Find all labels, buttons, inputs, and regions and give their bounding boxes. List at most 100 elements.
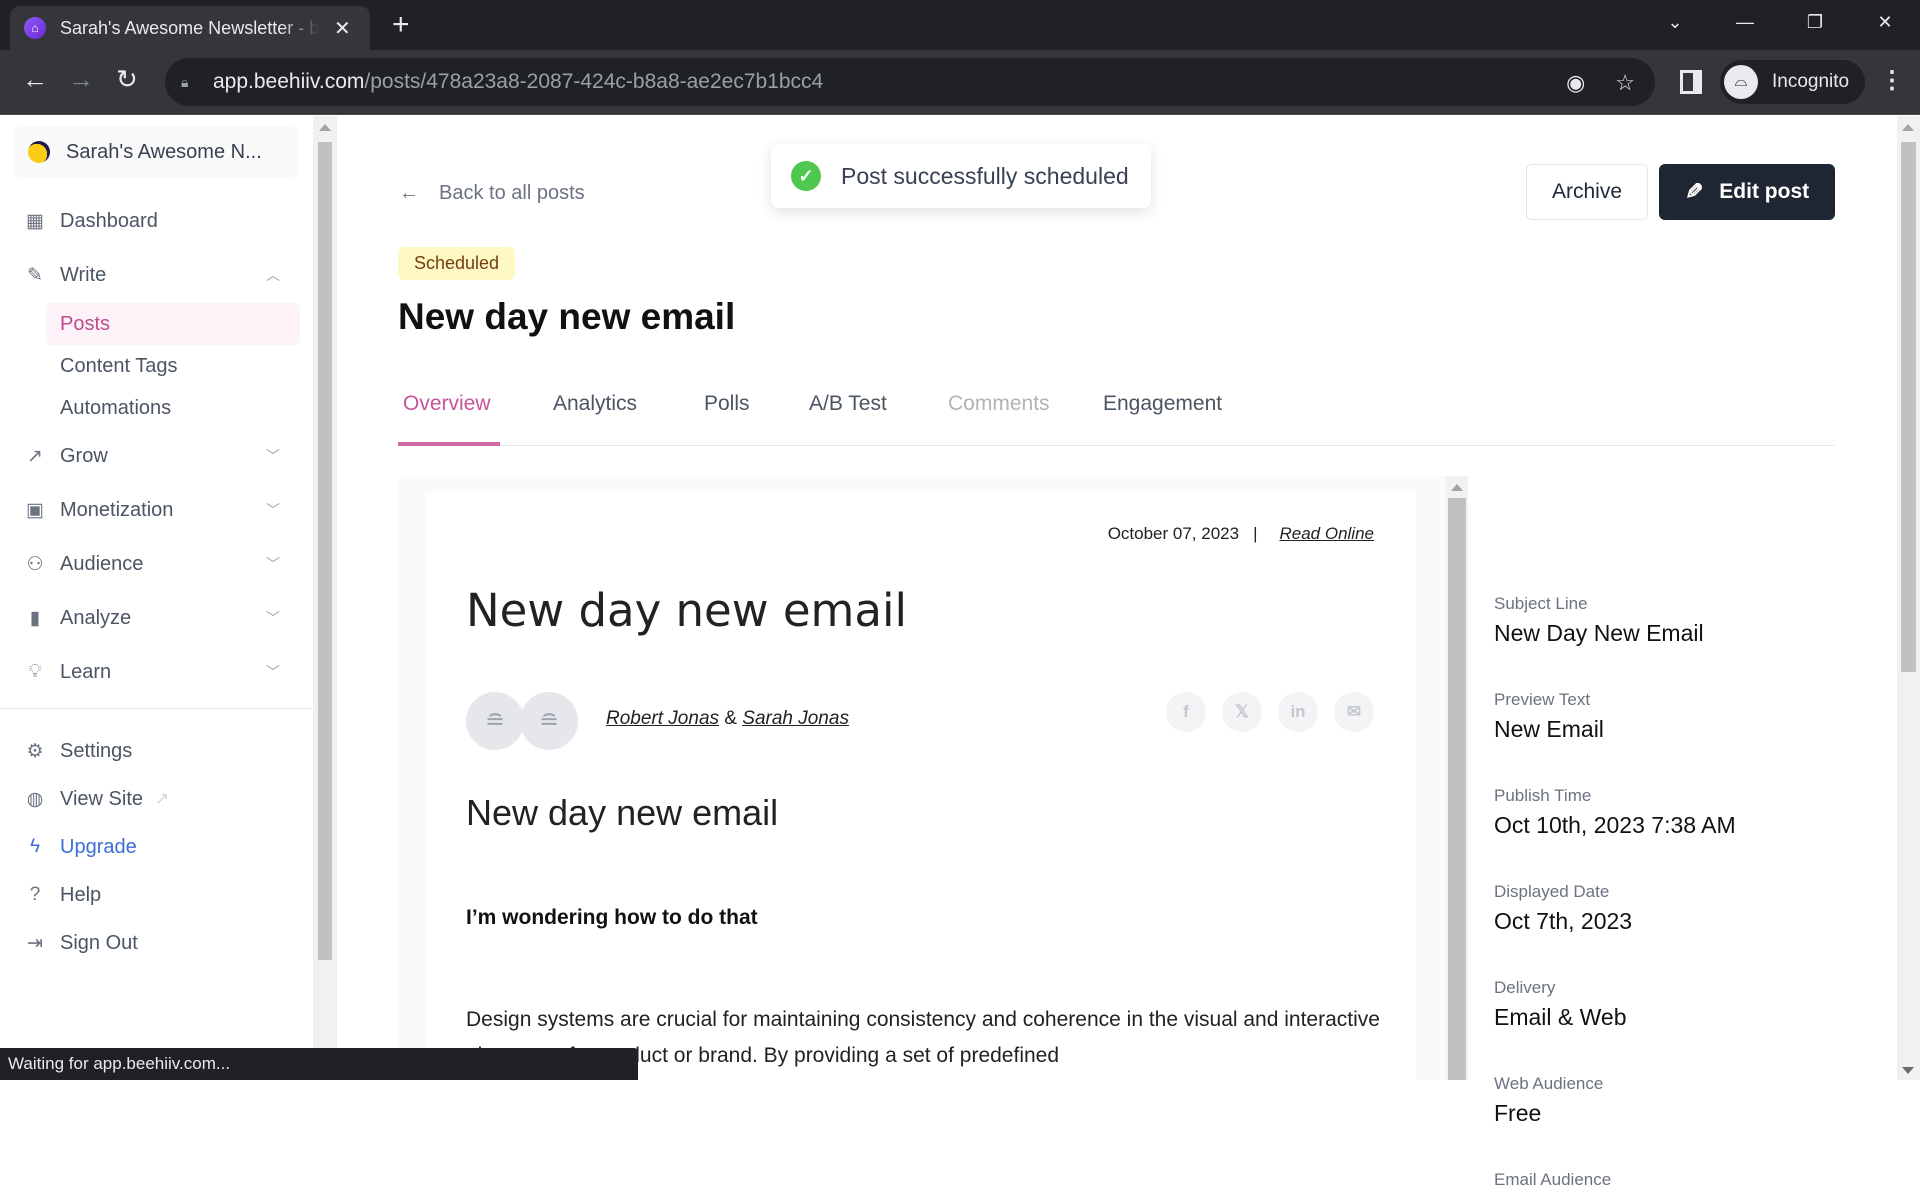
scrollbar-thumb[interactable]	[318, 142, 332, 960]
tab-engagement[interactable]: Engagement	[1103, 392, 1222, 416]
incognito-profile-button[interactable]: ⌓ Incognito	[1720, 60, 1866, 104]
minimize-icon[interactable]: —	[1710, 12, 1780, 33]
tracking-protection-eye-off-icon[interactable]: ◉	[1566, 70, 1585, 96]
chevron-up-icon: ︿	[266, 267, 280, 283]
pencil-icon: ✎	[27, 264, 43, 286]
help-icon: ?	[29, 884, 41, 905]
forward-arrow-icon[interactable]: →	[68, 64, 94, 95]
window-controls: ⌄ — ❐ ✕	[1640, 0, 1920, 44]
linkedin-icon[interactable]: in	[1278, 692, 1318, 732]
tab-overview[interactable]: Overview	[403, 392, 491, 416]
url-path: /posts/478a23a8-2087-424c-b8a8-ae2ec7b1b…	[364, 70, 824, 93]
tab-analytics[interactable]: Analytics	[553, 392, 637, 416]
detail-delivery: Delivery Email & Web	[1494, 978, 1627, 1031]
sidebar-item-grow[interactable]: ↗ Grow ﹀	[24, 436, 294, 476]
separator: |	[1253, 524, 1258, 543]
sidebar-item-analyze[interactable]: ▮ Analyze ﹀	[24, 598, 294, 638]
success-toast: ✓ Post successfully scheduled	[771, 144, 1151, 208]
read-online-link[interactable]: Read Online	[1279, 524, 1374, 543]
sidebar-item-label: Help	[60, 883, 102, 906]
page-scrollbar[interactable]	[1897, 116, 1920, 1080]
sidebar-item-sign-out[interactable]: ⇥ Sign Out	[24, 923, 294, 963]
detail-label: Preview Text	[1494, 690, 1591, 709]
sidebar-subitem-posts[interactable]: Posts	[46, 303, 300, 345]
browser-menu-icon[interactable]: ⋮	[1880, 66, 1904, 95]
email-icon[interactable]: ✉	[1334, 692, 1374, 732]
preview-heading: New day new email	[466, 792, 779, 833]
detail-preview-text: Preview Text New Email	[1494, 690, 1604, 743]
author-link-sarah[interactable]: Sarah Jonas	[742, 708, 849, 729]
author-link-robert[interactable]: Robert Jonas	[606, 708, 719, 729]
publication-logo	[28, 141, 50, 163]
close-window-icon[interactable]: ✕	[1850, 12, 1920, 33]
back-to-posts-link[interactable]: ← Back to all posts	[399, 182, 585, 205]
sidebar-item-settings[interactable]: ⚙ Settings	[24, 731, 294, 771]
facebook-icon[interactable]: f	[1166, 692, 1206, 732]
scroll-up-arrow-icon[interactable]	[1451, 484, 1463, 491]
tab-ab-test[interactable]: A/B Test	[809, 392, 887, 416]
sidebar-item-write[interactable]: ✎ Write ︿	[24, 255, 294, 295]
side-panel-icon[interactable]	[1680, 70, 1702, 94]
scrollbar-thumb[interactable]	[1901, 142, 1916, 672]
back-arrow-icon[interactable]: ←	[22, 64, 48, 95]
active-tab-indicator	[398, 442, 500, 446]
detail-value: Free	[1494, 1100, 1542, 1126]
publication-name: Sarah's Awesome N...	[66, 140, 262, 163]
browser-status-bar: Waiting for app.beehiiv.com...	[0, 1048, 638, 1080]
beehiiv-favicon-icon: ⌂	[24, 17, 46, 39]
tab-search-chevron-icon[interactable]: ⌄	[1640, 12, 1710, 33]
sidebar-item-help[interactable]: ? Help	[24, 875, 294, 915]
edit-post-button[interactable]: ✎ Edit post	[1659, 164, 1835, 220]
reload-icon[interactable]: ↻	[116, 64, 138, 95]
detail-value: Oct 10th, 2023 7:38 AM	[1494, 812, 1736, 838]
chevron-down-icon: ﹀	[266, 502, 280, 518]
bookmark-star-icon[interactable]: ☆	[1615, 70, 1635, 96]
sidebar-item-learn[interactable]: 💡︎ Learn ﹀	[24, 652, 294, 692]
main-content: ← Back to all posts ✓ Post successfully …	[337, 116, 1897, 1189]
sidebar-item-label: Write	[60, 263, 107, 286]
sidebar-subitem-automations[interactable]: Automations	[46, 387, 300, 429]
detail-label: Delivery	[1494, 978, 1556, 997]
sidebar-divider	[0, 708, 313, 709]
scroll-up-arrow-icon[interactable]	[319, 124, 331, 131]
browser-toolbar: ← → ↻ 🔒︎ app.beehiiv.com/posts/478a23a8-…	[0, 50, 1920, 115]
toast-message: Post successfully scheduled	[841, 162, 1129, 189]
sidebar-scrollbar[interactable]	[313, 116, 337, 1080]
incognito-icon: ⌓	[1724, 65, 1758, 99]
scroll-up-arrow-icon[interactable]	[1902, 124, 1914, 131]
author-avatar-icon: ≘	[466, 692, 524, 750]
detail-publish-time: Publish Time Oct 10th, 2023 7:38 AM	[1494, 786, 1736, 839]
browser-tab[interactable]: ⌂ Sarah's Awesome Newsletter - beehiiv ✕	[10, 6, 370, 50]
tab-title: Sarah's Awesome Newsletter - beehiiv	[60, 17, 320, 38]
sidebar-subitem-label: Automations	[60, 396, 172, 419]
sidebar-item-view-site[interactable]: ◍ View Site ↗	[24, 779, 294, 819]
publication-switcher[interactable]: Sarah's Awesome N...	[14, 126, 298, 178]
detail-email-audience: Email Audience	[1494, 1170, 1611, 1196]
cash-icon: ▣	[26, 499, 44, 521]
edit-post-label: Edit post	[1719, 180, 1810, 203]
detail-label: Email Audience	[1494, 1170, 1612, 1189]
x-twitter-icon[interactable]: 𝕏	[1222, 692, 1262, 732]
archive-button[interactable]: Archive	[1526, 164, 1648, 220]
sidebar-item-dashboard[interactable]: ▦ Dashboard	[24, 201, 294, 241]
sidebar-item-monetization[interactable]: ▣ Monetization ﹀	[24, 490, 294, 530]
sidebar-item-audience[interactable]: ⚇ Audience ﹀	[24, 544, 294, 584]
detail-web-audience: Web Audience Free	[1494, 1074, 1603, 1127]
tab-polls[interactable]: Polls	[704, 392, 750, 416]
arrow-left-icon: ←	[399, 182, 419, 204]
close-tab-icon[interactable]: ✕	[334, 16, 351, 41]
scroll-down-arrow-icon[interactable]	[1902, 1067, 1914, 1074]
sidebar-subitem-content-tags[interactable]: Content Tags	[46, 345, 300, 387]
preview-subheading: I’m wondering how to do that	[466, 906, 758, 929]
authors-line: Robert Jonas & Sarah Jonas	[606, 708, 849, 730]
detail-label: Subject Line	[1494, 594, 1588, 613]
new-tab-icon[interactable]: +	[392, 8, 410, 42]
sidebar-item-label: Sign Out	[60, 931, 138, 954]
sidebar-item-upgrade[interactable]: ϟ Upgrade	[24, 827, 294, 867]
scrollbar-thumb[interactable]	[1448, 498, 1466, 1080]
status-badge: Scheduled	[398, 247, 516, 280]
restore-icon[interactable]: ❐	[1780, 12, 1850, 33]
address-bar[interactable]: 🔒︎ app.beehiiv.com/posts/478a23a8-2087-4…	[165, 58, 1655, 106]
preview-date-line: October 07, 2023 | Read Online	[1108, 524, 1374, 544]
preview-scrollbar[interactable]	[1446, 476, 1468, 1080]
